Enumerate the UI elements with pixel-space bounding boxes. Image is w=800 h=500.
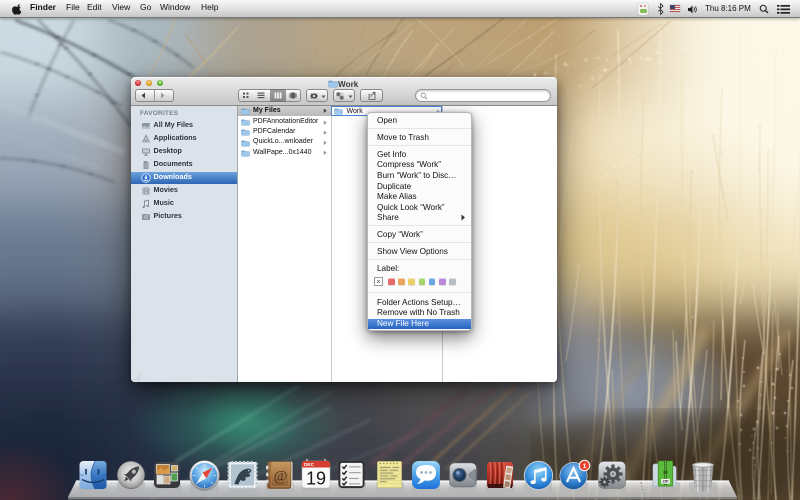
svg-text:19: 19 xyxy=(306,469,326,489)
svg-text:DEC: DEC xyxy=(304,462,315,468)
svg-text:@: @ xyxy=(274,469,288,485)
svg-text:ZIP: ZIP xyxy=(662,479,668,484)
svg-text:1: 1 xyxy=(583,462,587,469)
